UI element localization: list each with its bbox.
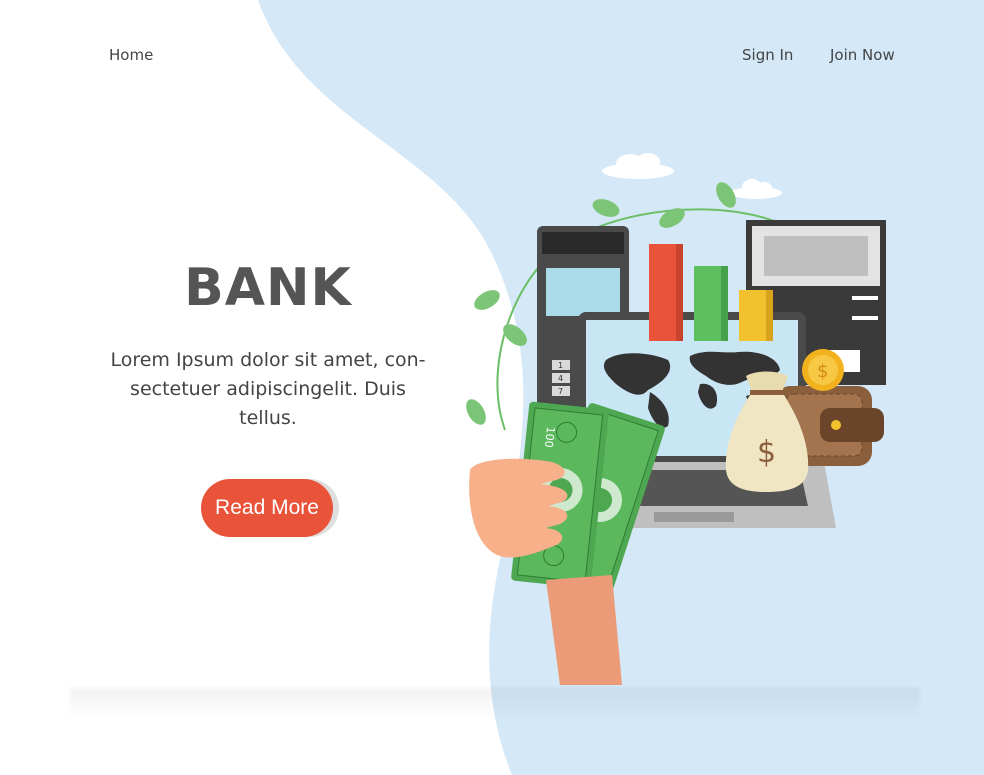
svg-text:7: 7 bbox=[558, 387, 563, 396]
svg-text:$: $ bbox=[757, 435, 776, 470]
cloud-icon bbox=[602, 153, 782, 199]
banking-illustration: 1 4 7 $ $ 100 bbox=[466, 153, 886, 685]
svg-text:$: $ bbox=[817, 361, 828, 382]
terminal-keypad: 1 4 7 bbox=[552, 360, 570, 396]
svg-text:4: 4 bbox=[558, 374, 563, 383]
svg-text:1: 1 bbox=[558, 361, 563, 370]
coin-icon: $ bbox=[802, 349, 844, 391]
svg-text:100: 100 bbox=[542, 426, 557, 448]
